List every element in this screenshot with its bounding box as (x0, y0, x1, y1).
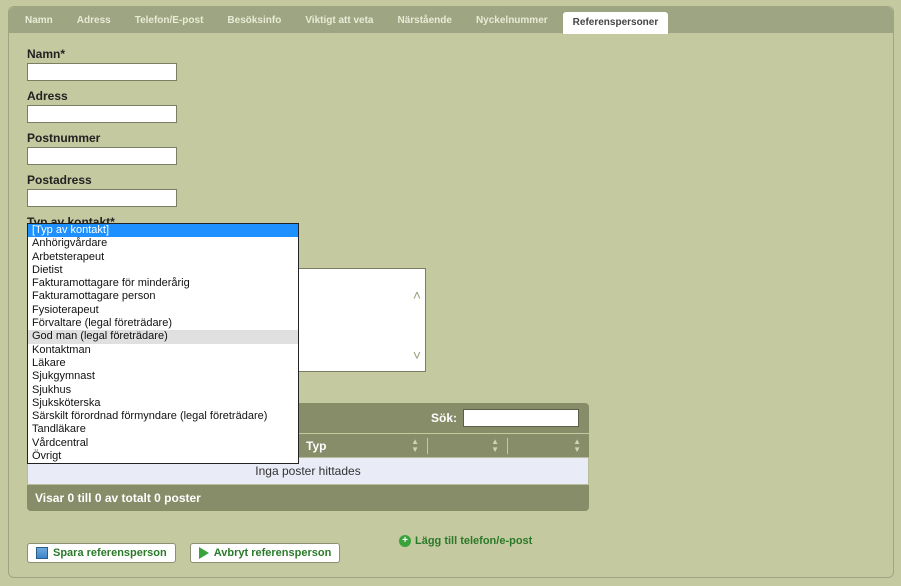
postadress-input[interactable] (27, 189, 177, 207)
cancel-label: Avbryt referensperson (214, 547, 332, 559)
dropdown-option[interactable]: God man (legal företrädare) (28, 330, 298, 343)
dropdown-option[interactable]: Tandläkare (28, 423, 298, 436)
cancel-button[interactable]: Avbryt referensperson (190, 543, 341, 563)
field-postnummer: Postnummer (27, 131, 875, 165)
sort-icon: ▲▼ (411, 438, 419, 454)
namn-input[interactable] (27, 63, 177, 81)
dropdown-option[interactable]: Anhörigvårdare (28, 237, 298, 250)
dropdown-option[interactable]: Vårdcentral (28, 437, 298, 450)
dropdown-option[interactable]: Fysioterapeut (28, 304, 298, 317)
add-link-label: Lägg till telefon/e-post (415, 535, 532, 547)
field-postadress: Postadress (27, 173, 875, 207)
col-typ-label: Typ (306, 439, 326, 453)
postnummer-input[interactable] (27, 147, 177, 165)
tab-namn[interactable]: Namn (15, 10, 63, 33)
dropdown-option[interactable]: Fakturamottagare för minderårig (28, 277, 298, 290)
dropdown-option[interactable]: Sjuksköterska (28, 397, 298, 410)
save-button[interactable]: Spara referensperson (27, 543, 176, 563)
save-label: Spara referensperson (53, 547, 167, 559)
sort-icon: ▲▼ (491, 438, 499, 454)
dropdown-option[interactable]: Sjukgymnast (28, 370, 298, 383)
typ-av-kontakt-dropdown[interactable]: [Typ av kontakt]AnhörigvårdareArbetstera… (27, 223, 299, 464)
tab-viktigt[interactable]: Viktigt att veta (295, 10, 383, 33)
tab-adress[interactable]: Adress (67, 10, 121, 33)
table-col-4[interactable]: ▲▼ (507, 438, 589, 454)
dropdown-option[interactable]: Förvaltare (legal företrädare) (28, 317, 298, 330)
form-area: Namn* Adress Postnummer Postadress Typ a… (9, 33, 893, 251)
postadress-label: Postadress (27, 173, 875, 187)
table-col-3[interactable]: ▲▼ (427, 438, 507, 454)
postnummer-label: Postnummer (27, 131, 875, 145)
dropdown-option[interactable]: Kontaktman (28, 344, 298, 357)
play-icon (199, 547, 209, 559)
dropdown-option[interactable]: Fakturamottagare person (28, 290, 298, 303)
dropdown-option[interactable]: [Typ av kontakt] (28, 224, 298, 237)
chevron-down-icon: ˅ (413, 347, 421, 363)
adress-input[interactable] (27, 105, 177, 123)
tab-bar: Namn Adress Telefon/E-post Besöksinfo Vi… (9, 7, 893, 33)
add-telefon-epost-link[interactable]: + Lägg till telefon/e-post (399, 535, 532, 547)
search-label: Sök: (431, 411, 457, 425)
dropdown-option[interactable]: Arbetsterapeut (28, 251, 298, 264)
field-namn: Namn* (27, 47, 875, 81)
adress-label: Adress (27, 89, 875, 103)
tab-besoksinfo[interactable]: Besöksinfo (217, 10, 291, 33)
tab-narstaende[interactable]: Närstående (387, 10, 461, 33)
tab-referenspersoner[interactable]: Referenspersoner (562, 11, 670, 34)
table-col-typ[interactable]: Typ ▲▼ (297, 438, 427, 454)
dropdown-option[interactable]: Särskilt förordnad förmyndare (legal för… (28, 410, 298, 423)
save-icon (36, 547, 48, 559)
table-footer: Visar 0 till 0 av totalt 0 poster (27, 485, 589, 511)
main-panel: Namn Adress Telefon/E-post Besöksinfo Vi… (8, 6, 894, 578)
action-bar: Spara referensperson Avbryt referenspers… (27, 543, 340, 563)
tab-nyckelnummer[interactable]: Nyckelnummer (466, 10, 558, 33)
field-adress: Adress (27, 89, 875, 123)
sort-icon: ▲▼ (573, 438, 581, 454)
dropdown-option[interactable]: Övrigt (28, 450, 298, 463)
chevron-up-icon: ˄ (413, 287, 421, 303)
namn-label: Namn* (27, 47, 875, 61)
dropdown-option[interactable]: Läkare (28, 357, 298, 370)
tab-telefon-epost[interactable]: Telefon/E-post (125, 10, 214, 33)
search-input[interactable] (463, 409, 579, 427)
dropdown-option[interactable]: Dietist (28, 264, 298, 277)
plus-circle-icon: + (399, 535, 411, 547)
dropdown-option[interactable]: Sjukhus (28, 384, 298, 397)
